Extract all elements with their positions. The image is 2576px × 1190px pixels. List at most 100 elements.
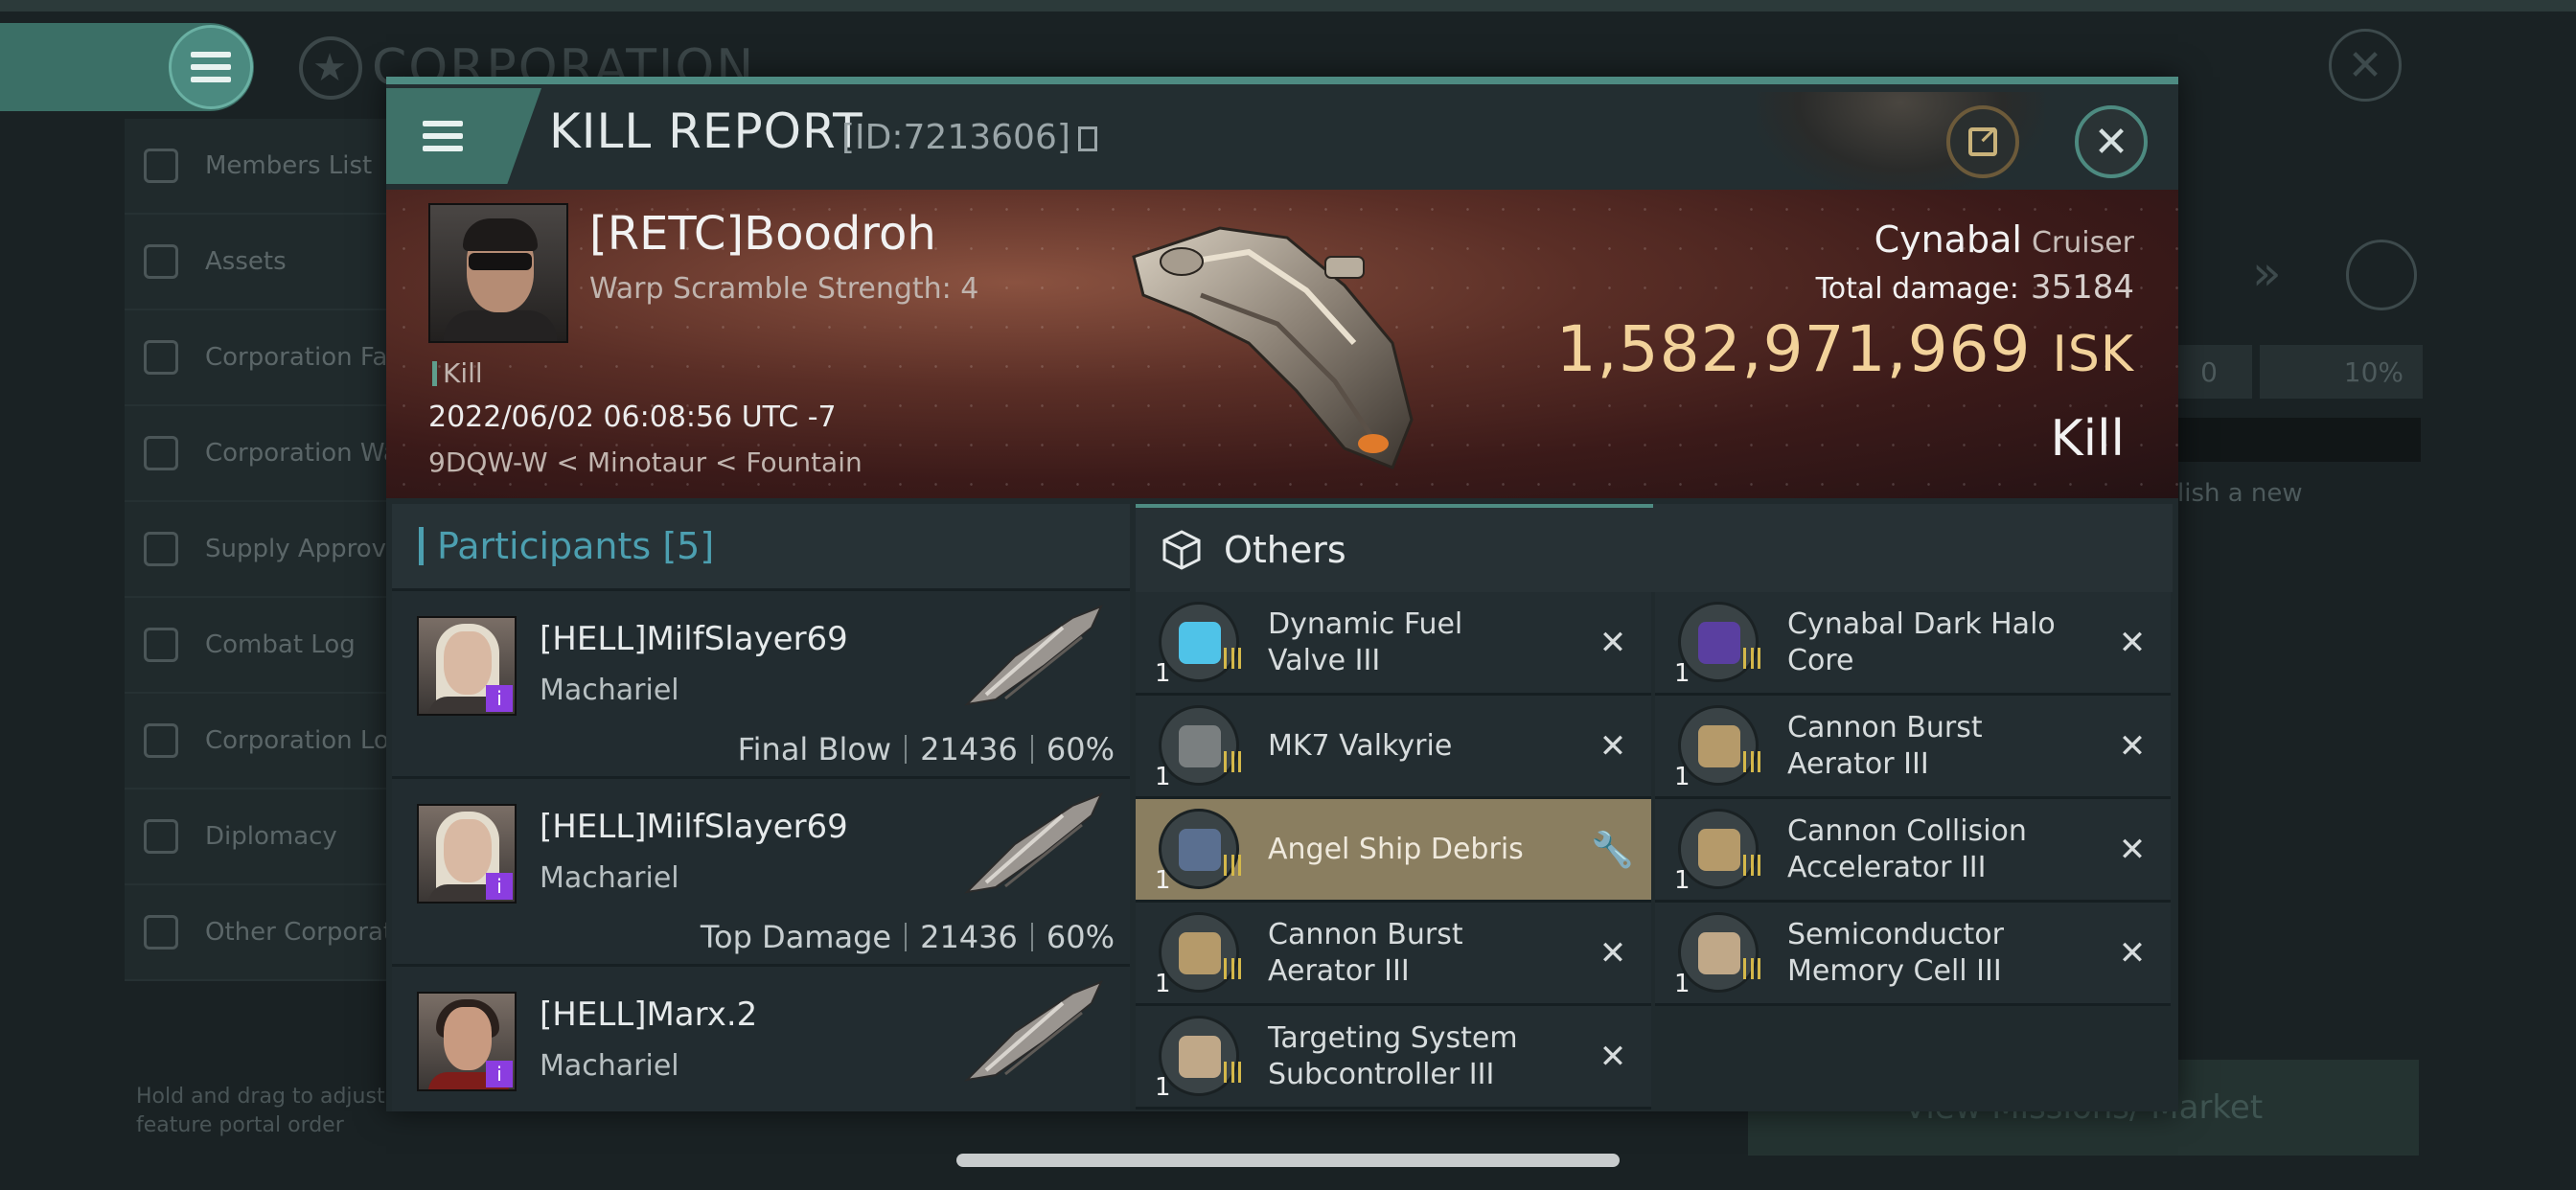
sidebar-item[interactable]: Supply Approva xyxy=(125,502,412,598)
participant-role: Final Blow xyxy=(737,731,892,767)
sidebar-item[interactable]: Members List xyxy=(125,119,412,215)
destroyed-x-icon: ✕ xyxy=(1598,1037,1627,1076)
info-badge-icon: i xyxy=(486,1061,513,1087)
participant-ship-image xyxy=(957,974,1111,1089)
facilities-icon xyxy=(144,340,178,375)
victim-portrait[interactable] xyxy=(428,203,568,343)
result-label: Kill xyxy=(2050,410,2125,468)
item-icon[interactable] xyxy=(1159,602,1239,682)
participant-avatar[interactable]: i xyxy=(417,616,517,716)
ship-name-text: Cynabal xyxy=(1874,218,2022,261)
info-badge-icon: i xyxy=(486,685,513,712)
meta-level-icon xyxy=(1224,751,1241,772)
kill-report-modal: KILL REPORT [ID:7213606] ✕ [RETC]Boodroh… xyxy=(386,77,2178,1111)
home-indicator[interactable] xyxy=(956,1154,1620,1167)
item-quantity: 1 xyxy=(1674,763,1690,791)
members-icon xyxy=(144,149,178,183)
victim-banner: [RETC]Boodroh Warp Scramble Strength: 4 … xyxy=(386,190,2178,498)
tax-value-field[interactable]: 0 xyxy=(2166,345,2252,399)
ship-class: Cruiser xyxy=(2031,226,2134,260)
item-name: Targeting System Subcontroller III xyxy=(1268,1020,1518,1091)
item-icon[interactable] xyxy=(1159,1016,1239,1096)
item-icon[interactable] xyxy=(1678,602,1759,682)
item-name: Cannon Burst Aerator III xyxy=(1787,710,1983,781)
isk-value: 1,582,971,969 ISK xyxy=(1556,312,2134,386)
destroyed-x-icon: ✕ xyxy=(2118,933,2147,973)
tab-others[interactable]: Others xyxy=(1136,504,1653,592)
item-row[interactable]: 1 Cannon Burst Aerator III ✕ xyxy=(1136,903,1651,1006)
sidebar-item[interactable]: Assets xyxy=(125,215,412,310)
item-icon[interactable] xyxy=(1678,912,1759,993)
item-row[interactable]: 1 Cannon Burst Aerator III ✕ xyxy=(1655,696,2171,799)
item-quantity: 1 xyxy=(1155,1073,1171,1102)
item-icon[interactable] xyxy=(1159,912,1239,993)
others-title: Others xyxy=(1224,529,1346,571)
sidebar-item-label: Diplomacy xyxy=(205,822,337,851)
item-quantity: 1 xyxy=(1674,659,1690,688)
participant-name: [HELL]MilfSlayer69 xyxy=(540,808,848,846)
item-name: Cannon Burst Aerator III xyxy=(1268,917,1463,988)
ship-name[interactable]: Cynabal Cruiser xyxy=(1874,218,2134,261)
participant-damage: 21436 xyxy=(920,731,1018,767)
item-row[interactable]: 1 MK7 Valkyrie ✕ xyxy=(1136,696,1651,799)
sidebar-item[interactable]: Corporation Lo xyxy=(125,694,412,790)
modal-header: KILL REPORT [ID:7213606] ✕ xyxy=(386,84,2178,197)
victim-ship-image[interactable] xyxy=(1105,199,1450,487)
sidebar-item[interactable]: Combat Log xyxy=(125,598,412,694)
participants-count: [5] xyxy=(662,525,715,567)
kill-tag-text: Kill xyxy=(443,357,483,389)
total-damage-value: 35184 xyxy=(2030,268,2134,307)
wallet-icon xyxy=(144,436,178,470)
input-bar[interactable] xyxy=(2175,418,2421,462)
modal-close-button[interactable]: ✕ xyxy=(2075,105,2148,178)
copy-icon[interactable] xyxy=(1077,126,1097,151)
participant-avatar[interactable]: i xyxy=(417,992,517,1091)
sidebar-item-label: Combat Log xyxy=(205,630,356,659)
participant-ship: Machariel xyxy=(540,674,679,707)
item-row[interactable]: 1 Dynamic Fuel Valve III ✕ xyxy=(1136,592,1651,696)
external-link-icon[interactable] xyxy=(2346,240,2417,310)
star-icon: ★ xyxy=(299,36,362,100)
share-icon xyxy=(1968,122,1999,156)
item-quantity: 1 xyxy=(1674,970,1690,998)
participant-row[interactable]: i [HELL]MilfSlayer69 Machariel Top Damage 21… xyxy=(392,776,1130,964)
wrench-icon[interactable]: 🔧 xyxy=(1591,830,1634,870)
isk-amount: 1,582,971,969 xyxy=(1555,312,2032,386)
sidebar-item-label: Corporation Wa xyxy=(205,439,399,468)
item-quantity: 1 xyxy=(1155,866,1171,895)
item-row[interactable]: 1 Targeting System Subcontroller III ✕ xyxy=(1136,1006,1651,1110)
victim-name[interactable]: [RETC]Boodroh xyxy=(589,207,936,261)
others-right-column: 1 Cynabal Dark Halo Core ✕ 1 Cannon Burst Ae… xyxy=(1655,592,2171,1006)
item-icon[interactable] xyxy=(1159,809,1239,889)
modal-menu-button[interactable] xyxy=(386,88,541,184)
sidebar-item[interactable]: Corporation Wa xyxy=(125,406,412,502)
participant-stats: Top Damage 21436 60% xyxy=(701,919,1115,955)
sidebar-item[interactable]: Diplomacy xyxy=(125,790,412,885)
share-button[interactable] xyxy=(1946,105,2019,178)
item-quantity: 1 xyxy=(1155,970,1171,998)
item-quantity: 1 xyxy=(1155,659,1171,688)
kill-id[interactable]: [ID:7213606] xyxy=(841,118,1097,157)
sidebar-item[interactable]: Other Corporat xyxy=(125,885,412,981)
participant-role: Top Damage xyxy=(700,919,892,955)
participant-avatar[interactable]: i xyxy=(417,804,517,904)
item-icon[interactable] xyxy=(1678,705,1759,786)
item-icon[interactable] xyxy=(1678,809,1759,889)
item-row[interactable]: 1 Cynabal Dark Halo Core ✕ xyxy=(1655,592,2171,696)
participant-damage: 21436 xyxy=(920,919,1018,955)
sidebar-item-label: Members List xyxy=(205,151,373,180)
corporation-close-button[interactable]: ✕ xyxy=(2329,29,2402,102)
item-row[interactable]: 1 Angel Ship Debris 🔧 xyxy=(1136,799,1651,903)
tax-percent-field[interactable]: 10% xyxy=(2260,345,2423,399)
participant-row[interactable]: i [HELL]MilfSlayer69 Machariel Final Blow 21… xyxy=(392,588,1130,776)
item-row[interactable]: 1 Cannon Collision Accelerator III ✕ xyxy=(1655,799,2171,903)
sidebar-item[interactable]: Corporation Fa xyxy=(125,310,412,406)
item-name: Semiconductor Memory Cell III xyxy=(1787,917,2004,988)
kill-datetime: 2022/06/02 06:08:56 UTC -7 xyxy=(428,400,837,434)
main-menu-button[interactable] xyxy=(169,25,253,109)
kill-location[interactable]: 9DQW-W < Minotaur < Fountain xyxy=(428,446,862,478)
item-row[interactable]: 1 Semiconductor Memory Cell III ✕ xyxy=(1655,903,2171,1006)
chevron-right-icon[interactable]: » xyxy=(2252,245,2282,301)
item-icon[interactable] xyxy=(1159,705,1239,786)
participant-row[interactable]: i [HELL]Marx.2 Machariel xyxy=(392,964,1130,1111)
